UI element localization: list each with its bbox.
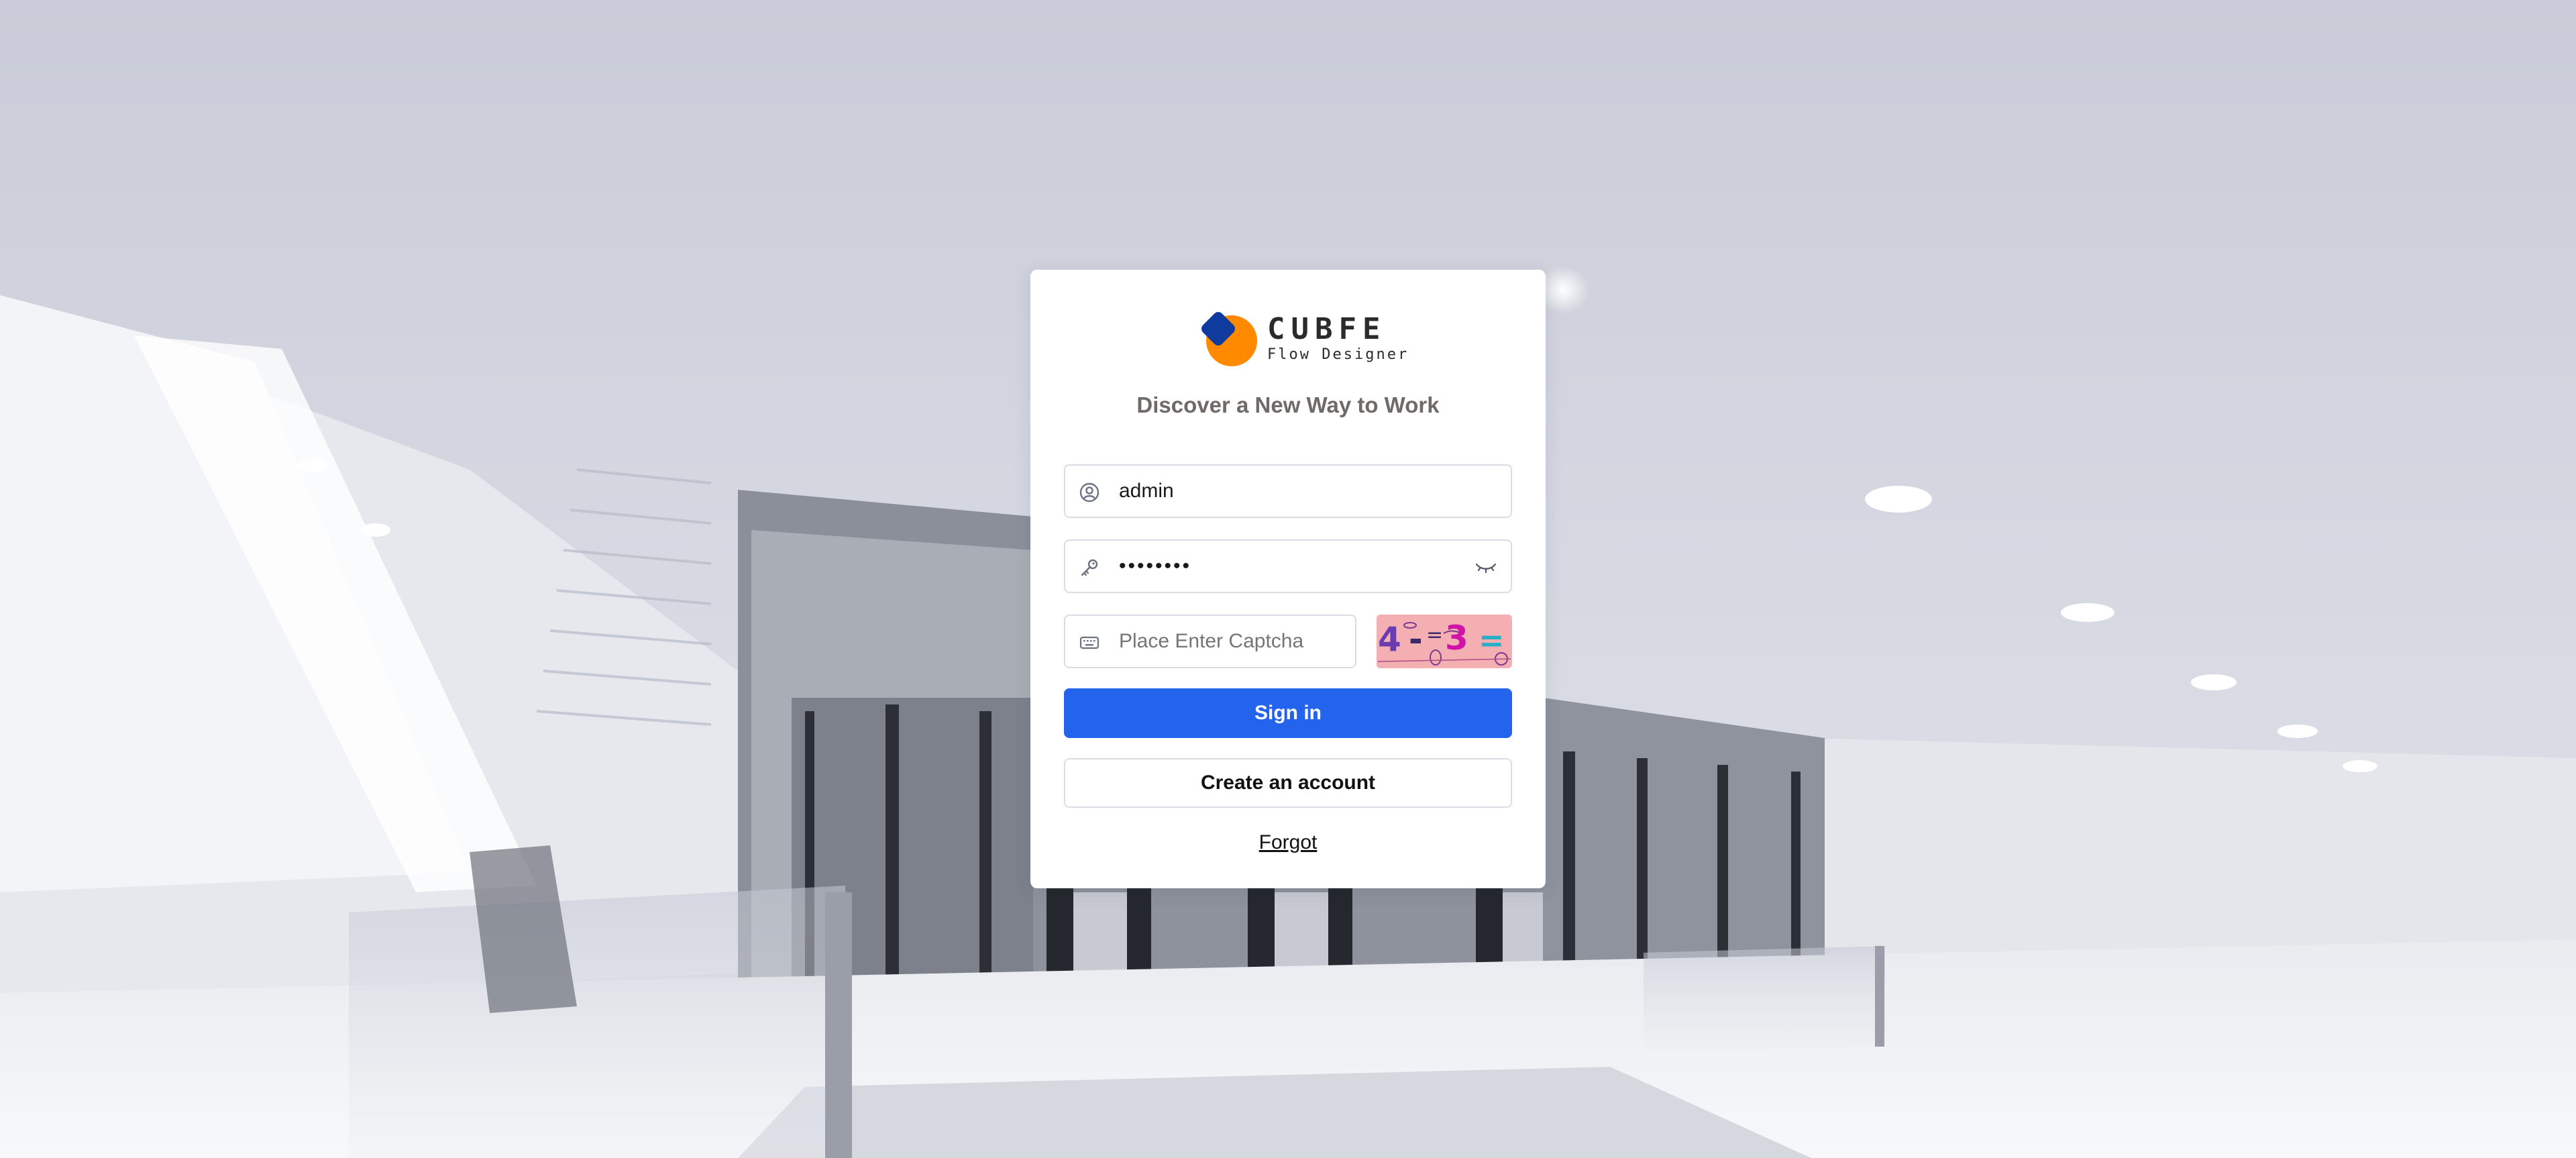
svg-text:3: 3	[1445, 619, 1468, 657]
key-icon	[1081, 559, 1098, 576]
username-field[interactable]	[1064, 464, 1512, 518]
user-circle-icon	[1079, 482, 1099, 503]
cubfe-logo-icon	[1201, 312, 1257, 366]
svg-text:-: -	[1409, 620, 1423, 659]
password-field[interactable]: ••••••••	[1064, 539, 1512, 593]
captcha-text: 4	[1378, 620, 1401, 659]
signin-button[interactable]: Sign in	[1064, 688, 1512, 738]
brand-logo: CUBFE Flow Designer	[1199, 310, 1407, 370]
username-input[interactable]	[1119, 466, 1441, 517]
svg-text:=: =	[1426, 623, 1443, 647]
create-account-button[interactable]: Create an account	[1064, 758, 1512, 808]
svg-text:=: =	[1479, 622, 1505, 658]
captcha-field[interactable]	[1064, 615, 1356, 668]
login-card: CUBFE Flow Designer Discover a New Way t…	[1030, 270, 1546, 888]
brand-name: CUBFE	[1267, 312, 1387, 346]
brand-subtitle: Flow Designer	[1267, 346, 1409, 363]
captcha-image[interactable]: 4 - = 3 =	[1377, 615, 1512, 668]
keyboard-icon	[1079, 636, 1099, 649]
forgot-link[interactable]: Forgot	[1030, 829, 1546, 856]
password-input[interactable]: ••••••••	[1119, 541, 1441, 592]
eye-closed-icon[interactable]	[1474, 557, 1497, 577]
captcha-input[interactable]	[1119, 616, 1340, 667]
tagline: Discover a New Way to Work	[1136, 392, 1440, 417]
